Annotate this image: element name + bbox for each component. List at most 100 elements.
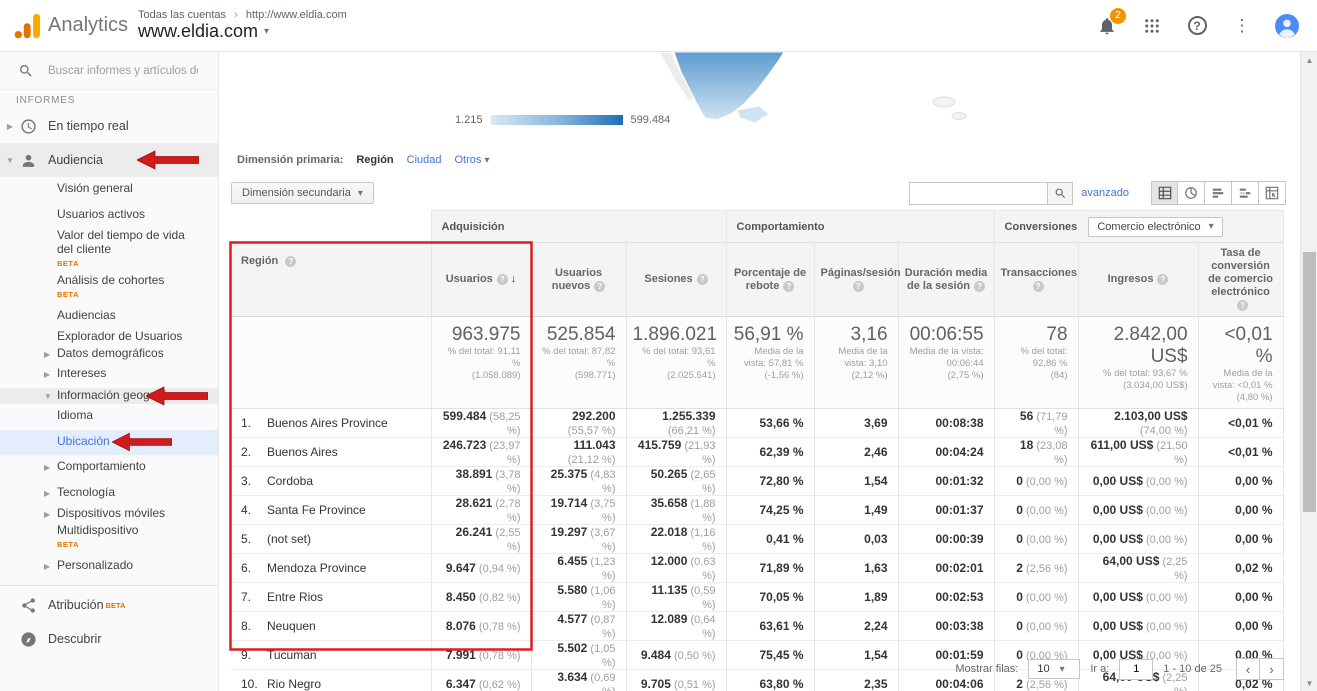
apps-grid-button[interactable] [1140, 14, 1164, 38]
region-cell[interactable]: 7.Entre Rios [231, 583, 431, 612]
show-rows-select[interactable]: 10 ▾ [1028, 659, 1080, 679]
help-icon[interactable]: ? [1237, 300, 1248, 311]
summary-cell: 3,16Media de la vista: 3,10(2,12 %) [814, 317, 898, 409]
column-header[interactable]: Transacciones? [994, 243, 1078, 317]
column-header[interactable]: Páginas/sesión? [814, 243, 898, 317]
help-icon[interactable]: ? [783, 281, 794, 292]
sidebar-item-ubicacion[interactable]: Ubicación [0, 430, 218, 456]
column-header[interactable]: Duración media de la sesión? [898, 243, 994, 317]
sidebar-item-audiencias[interactable]: Audiencias [0, 304, 218, 330]
sidebar-item-descubrir[interactable]: Descubrir [0, 622, 218, 656]
view-performance-button[interactable] [1205, 181, 1232, 205]
column-header[interactable]: Ingresos? [1078, 243, 1198, 317]
help-icon[interactable]: ? [974, 281, 985, 292]
analytics-app: Analytics Todas las cuentas › http://www… [0, 0, 1317, 691]
column-header[interactable]: Usuarios nuevos? [531, 243, 626, 317]
region-cell[interactable]: 9.Tucuman [231, 641, 431, 670]
metric-cell: 56 (71,79 %) [994, 409, 1078, 438]
table-row: 8.Neuquen8.076 (0,78 %)4.577 (0,87 %)12.… [231, 612, 1283, 641]
sidebar-item-usuarios-activos[interactable]: Usuarios activos [0, 203, 218, 229]
person-icon [20, 152, 48, 169]
pager: ‹ › [1236, 658, 1284, 680]
sidebar-item-datos-demograficos[interactable]: ▶ Datos demográficos [0, 346, 218, 363]
sidebar-item-vision-general[interactable]: Visión general [0, 177, 218, 203]
view-pivot-button[interactable] [1259, 181, 1286, 205]
column-header-region[interactable]: Región ? [231, 243, 431, 317]
sidebar-item-atribucion[interactable]: Atribución BETA [0, 588, 218, 622]
table-search-input[interactable] [909, 182, 1047, 205]
help-icon[interactable]: ? [285, 256, 296, 267]
property-selector[interactable]: www.eldia.com ▾ [138, 21, 347, 42]
metric-cell: 2.103,00 US$ (74,00 %) [1078, 409, 1198, 438]
search-placeholder: Buscar informes y artículos de [48, 65, 198, 77]
scrollbar-thumb[interactable] [1303, 252, 1316, 512]
region-cell[interactable]: 4.Santa Fe Province [231, 496, 431, 525]
view-comparison-button[interactable] [1232, 181, 1259, 205]
more-options-button[interactable]: ⋮ [1230, 14, 1254, 38]
region-cell[interactable]: 6.Mendoza Province [231, 554, 431, 583]
sidebar-item-en-tiempo-real[interactable]: ▶ En tiempo real [0, 109, 218, 143]
advanced-filter-link[interactable]: avanzado [1081, 187, 1129, 199]
column-header[interactable]: Sesiones? [626, 243, 726, 317]
metric-cell: 2,24 [814, 612, 898, 641]
column-header[interactable]: Porcentaje de rebote? [726, 243, 814, 317]
dimension-option-ciudad[interactable]: Ciudad [407, 154, 442, 166]
sidebar-item-audiencia[interactable]: ▼ Audiencia [0, 143, 218, 177]
region-cell[interactable]: 3.Cordoba [231, 467, 431, 496]
vertical-scrollbar[interactable]: ▲ ▼ [1300, 52, 1317, 691]
sidebar-item-personalizado[interactable]: ▶ Personalizado [0, 554, 218, 580]
metric-cell: 35.658 (1,88 %) [626, 496, 726, 525]
table-row: 5.(not set)26.241 (2,55 %)19.297 (3,67 %… [231, 525, 1283, 554]
sidebar-item-tecnologia[interactable]: ▶ Tecnología [0, 481, 218, 507]
scroll-down-arrow-icon[interactable]: ▼ [1301, 675, 1317, 691]
view-percentage-button[interactable] [1178, 181, 1205, 205]
help-icon[interactable]: ? [697, 274, 708, 285]
scroll-up-arrow-icon[interactable]: ▲ [1301, 52, 1317, 68]
sidebar-item-analisis-cohortes[interactable]: Análisis de cohortes BETA [0, 273, 218, 304]
sidebar-item-comportamiento[interactable]: ▶ Comportamiento [0, 455, 218, 481]
region-cell[interactable]: 8.Neuquen [231, 612, 431, 641]
region-cell[interactable]: 10.Rio Negro [231, 670, 431, 691]
sidebar-item-multidispositivo[interactable]: Multidispositivo BETA [0, 523, 218, 554]
metric-cell: 0 (0,00 %) [994, 583, 1078, 612]
table-search-button[interactable] [1047, 182, 1073, 205]
sidebar-item-explorador-usuarios[interactable]: Explorador de Usuarios [0, 329, 218, 346]
user-avatar[interactable] [1275, 14, 1299, 38]
ecommerce-selector[interactable]: Comercio electrónico ▾ [1088, 217, 1222, 237]
help-icon[interactable]: ? [1157, 274, 1168, 285]
breadcrumb-all-accounts[interactable]: Todas las cuentas [138, 9, 226, 21]
sidebar-item-informacion-geografica[interactable]: ▼ Información geográfica [0, 388, 218, 405]
metric-cell: 18 (23,08 %) [994, 438, 1078, 467]
report-search[interactable]: Buscar informes y artículos de [0, 52, 218, 90]
help-icon[interactable]: ? [497, 274, 508, 285]
view-table-button[interactable] [1151, 181, 1178, 205]
column-header[interactable]: Tasa de conversión de comercio electróni… [1198, 243, 1283, 317]
help-button[interactable]: ? [1185, 14, 1209, 38]
secondary-dimension-button[interactable]: Dimensión secundaria ▾ [231, 182, 374, 204]
next-page-button[interactable]: › [1260, 658, 1284, 680]
dimension-option-otros[interactable]: Otros ▾ [455, 154, 490, 166]
analytics-logo[interactable]: Analytics [0, 13, 138, 39]
sidebar-item-idioma[interactable]: Idioma [0, 404, 218, 430]
view-toggle-group [1151, 181, 1286, 205]
previous-page-button[interactable]: ‹ [1236, 658, 1260, 680]
dimension-option-region[interactable]: Región [356, 154, 393, 166]
notifications-button[interactable]: 2 [1095, 14, 1119, 38]
region-cell[interactable]: 1.Buenos Aires Province [231, 409, 431, 438]
goto-page-input[interactable] [1119, 659, 1153, 680]
search-icon [1054, 187, 1067, 200]
help-icon[interactable]: ? [853, 281, 864, 292]
main-content: 1.215 599.484 Dimensión primaria: Región… [219, 52, 1300, 691]
sidebar-item-dispositivos-moviles[interactable]: ▶ Dispositivos móviles [0, 506, 218, 523]
sidebar-item-intereses[interactable]: ▶ Intereses [0, 362, 218, 388]
column-header[interactable]: Usuarios?↓ [431, 243, 531, 317]
region-cell[interactable]: 2.Buenos Aires [231, 438, 431, 467]
chevron-down-icon: ▾ [484, 155, 489, 166]
help-icon[interactable]: ? [1033, 281, 1044, 292]
help-icon[interactable]: ? [594, 281, 605, 292]
metric-cell: 1,89 [814, 583, 898, 612]
region-cell[interactable]: 5.(not set) [231, 525, 431, 554]
data-table: Adquisición Comportamiento Conversiones … [231, 210, 1284, 691]
sidebar-item-valor-tiempo-vida[interactable]: Valor del tiempo de vida del cliente BET… [0, 228, 218, 273]
breadcrumb-property-url[interactable]: http://www.eldia.com [246, 9, 347, 21]
